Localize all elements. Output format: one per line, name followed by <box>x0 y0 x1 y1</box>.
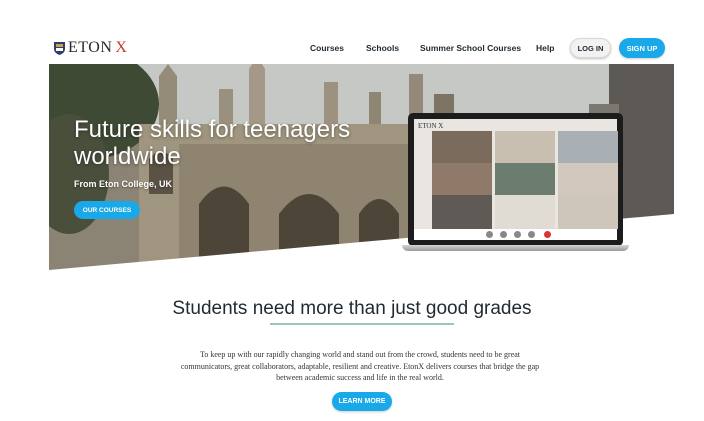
crest-icon <box>54 41 65 55</box>
video-call-screen: ETON X <box>414 119 618 240</box>
video-tile <box>558 195 618 229</box>
end-call-icon <box>544 231 551 238</box>
video-tile <box>558 163 618 197</box>
laptop-base <box>402 245 629 251</box>
site-header: ETON X Courses Schools Summer School Cou… <box>0 0 704 64</box>
share-icon <box>514 231 521 238</box>
video-tile <box>432 163 492 197</box>
video-tile <box>495 163 555 197</box>
mic-icon <box>486 231 493 238</box>
camera-icon <box>500 231 507 238</box>
nav-help[interactable]: Help <box>536 43 554 53</box>
logo-x-mark: X <box>115 39 127 56</box>
laptop-screen-frame: ETON X <box>408 113 623 246</box>
video-tile <box>558 131 618 165</box>
video-tile <box>495 131 555 165</box>
video-tile <box>432 131 492 165</box>
our-courses-button[interactable]: OUR COURSES <box>74 201 140 219</box>
logo-text: ETON <box>68 39 113 56</box>
section-body: To keep up with our rapidly changing wor… <box>180 350 540 382</box>
nav-courses[interactable]: Courses <box>310 43 344 53</box>
nav-schools[interactable]: Schools <box>366 43 399 53</box>
section-divider <box>270 323 454 325</box>
call-controls-bar <box>414 229 617 240</box>
signup-button[interactable]: SIGN UP <box>619 38 665 58</box>
login-button[interactable]: LOG IN <box>570 38 611 58</box>
nav-summer-school-courses[interactable]: Summer School Courses <box>420 43 521 53</box>
chat-icon <box>528 231 535 238</box>
video-tile <box>495 195 555 229</box>
etonx-logo[interactable]: ETON X <box>54 40 127 56</box>
learn-more-button[interactable]: LEARN MORE <box>332 392 392 411</box>
video-tile <box>432 195 492 229</box>
hero-title: Future skills for teenagers worldwide <box>74 116 351 170</box>
laptop-video-call-image: ETON X <box>402 113 629 251</box>
screen-logo: ETON X <box>418 122 444 130</box>
hero-subtitle: From Eton College, UK <box>74 179 173 189</box>
section-title: Students need more than just good grades <box>172 298 532 319</box>
